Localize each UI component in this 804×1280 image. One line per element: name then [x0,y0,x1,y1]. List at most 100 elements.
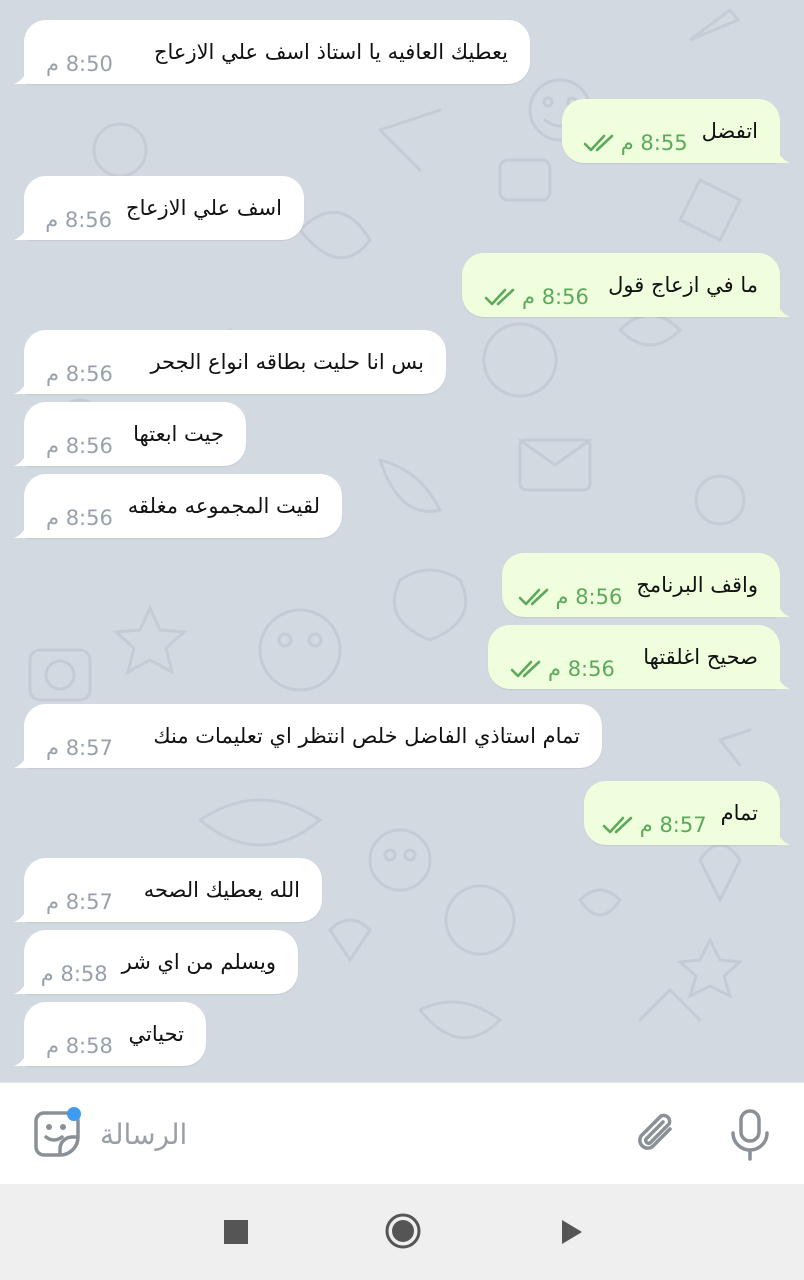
message-time: 8:57 م [639,813,707,837]
sticker-icon[interactable] [30,1107,84,1161]
message-text: تمام استاذي الفاضل خلص انتظر اي تعليمات … [153,724,580,748]
message-time: 8:56 م [522,285,589,309]
message-text: ويسلم من اي شر [121,950,276,974]
incoming-message-bubble[interactable]: اسف علي الازعاج 8:56 م [14,176,304,240]
incoming-message-bubble[interactable]: يعطيك العافيه يا استاذ اسف علي الازعاج 8:… [14,20,530,84]
message-time: 8:50 م [46,52,113,76]
incoming-message-bubble[interactable]: الله يعطيك الصحه 8:57 م [14,858,322,922]
message-row: تمام استاذي الفاضل خلص انتظر اي تعليمات … [0,704,804,772]
incoming-message-bubble[interactable]: بس انا حليت بطاقه انواع الجحر 8:56 م [14,330,446,394]
message-meta: 8:56 م [46,434,113,458]
double-check-icon [484,288,515,306]
bubble-tail [776,829,790,845]
message-text: واقف البرنامج [636,573,758,597]
outgoing-message-bubble[interactable]: تمام 8:57 م [584,781,790,845]
message-row: ويسلم من اي شر 8:58 م [0,930,804,998]
circle-icon[interactable] [384,1212,422,1250]
incoming-message-bubble[interactable]: ويسلم من اي شر 8:58 م [14,930,298,994]
message-row: تحياتي 8:58 م [0,1002,804,1070]
message-text: بس انا حليت بطاقه انواع الجحر [150,350,424,374]
bubble-tail [14,978,28,994]
message-time: 8:56 م [45,208,113,232]
message-text: تحياتي [128,1022,184,1046]
incoming-message-bubble[interactable]: لقيت المجموعه مغلقه 8:56 م [14,474,342,538]
message-composer [0,1082,804,1184]
message-meta: 8:57 م [46,890,113,914]
message-meta: 8:57 م [602,813,707,837]
outgoing-message-bubble[interactable]: اتفضل 8:55 م [562,99,790,163]
incoming-message-bubble[interactable]: تمام استاذي الفاضل خلص انتظر اي تعليمات … [14,704,602,768]
message-row: يعطيك العافيه يا استاذ اسف علي الازعاج 8:… [0,20,804,88]
bubble-tail [14,1050,28,1066]
message-row: الله يعطيك الصحه 8:57 م [0,858,804,926]
message-text: صحيح اغلقتها [643,645,758,669]
bubble-tail [14,224,28,240]
bubble-tail [776,601,790,617]
bubble-tail [776,673,790,689]
message-text: لقيت المجموعه مغلقه [127,494,320,518]
message-row: تمام 8:57 م [0,781,804,849]
paperclip-icon[interactable] [632,1109,682,1159]
message-row: صحيح اغلقتها 8:56 م [0,625,804,693]
incoming-message-bubble[interactable]: تحياتي 8:58 م [14,1002,206,1066]
incoming-message-bubble[interactable]: جيت ابعتها 8:56 م [14,402,246,466]
message-text: يعطيك العافيه يا استاذ اسف علي الازعاج [153,40,508,64]
bubble-tail [14,752,28,768]
message-meta: 8:56 م [484,285,589,309]
message-input[interactable] [100,1107,600,1161]
system-navigation-bar [0,1184,804,1280]
message-row: اتفضل 8:55 م [0,99,804,167]
message-time: 8:55 م [620,131,688,155]
bubble-tail [14,450,28,466]
message-text: جيت ابعتها [133,422,224,446]
message-meta: 8:56 م [510,657,615,681]
message-meta: 8:50 م [46,52,113,76]
bubble-tail [776,301,790,317]
double-check-icon [583,134,614,152]
message-text: ما في ازعاج قول [608,273,758,297]
message-time: 8:56 م [555,585,623,609]
message-time: 8:58 م [46,1034,113,1058]
outgoing-message-bubble[interactable]: صحيح اغلقتها 8:56 م [488,625,790,689]
message-text: تمام [720,801,758,825]
message-meta: 8:56 م [46,362,113,386]
message-time: 8:57 م [46,736,113,760]
bubble-tail [14,522,28,538]
chat-area[interactable]: يعطيك العافيه يا استاذ اسف علي الازعاج 8:… [0,0,804,1082]
bubble-tail [14,906,28,922]
bubble-tail [776,147,790,163]
outgoing-message-bubble[interactable]: واقف البرنامج 8:56 م [502,553,790,617]
message-meta: 8:58 م [41,962,108,986]
message-meta: 8:58 م [46,1034,113,1058]
message-meta: 8:55 م [583,131,688,155]
message-row: لقيت المجموعه مغلقه 8:56 م [0,474,804,542]
message-row: جيت ابعتها 8:56 م [0,402,804,470]
message-meta: 8:56 م [45,208,112,232]
message-meta: 8:56 م [518,585,623,609]
message-time: 8:57 م [46,890,113,914]
outgoing-message-bubble[interactable]: ما في ازعاج قول 8:56 م [462,253,790,317]
notification-dot [67,1107,81,1121]
double-check-icon [510,660,541,678]
double-check-icon [518,588,548,606]
square-icon[interactable] [224,1220,248,1244]
bubble-tail [14,378,28,394]
double-check-icon [602,816,633,834]
message-text: اسف علي الازعاج [126,196,282,220]
message-row: اسف علي الازعاج 8:56 م [0,176,804,244]
message-time: 8:56 م [548,657,615,681]
message-time: 8:58 م [40,962,108,986]
bubble-tail [14,68,28,84]
message-time: 8:56 م [46,362,113,386]
message-meta: 8:57 م [46,736,113,760]
message-time: 8:56 م [46,506,113,530]
message-row: ما في ازعاج قول 8:56 م [0,253,804,321]
microphone-icon[interactable] [724,1107,776,1163]
message-text: الله يعطيك الصحه [143,878,300,902]
message-time: 8:56 م [46,434,113,458]
message-row: بس انا حليت بطاقه انواع الجحر 8:56 م [0,330,804,398]
message-meta: 8:56 م [46,506,113,530]
message-text: اتفضل [701,119,758,143]
triangle-icon[interactable] [560,1218,584,1246]
message-row: واقف البرنامج 8:56 م [0,553,804,621]
